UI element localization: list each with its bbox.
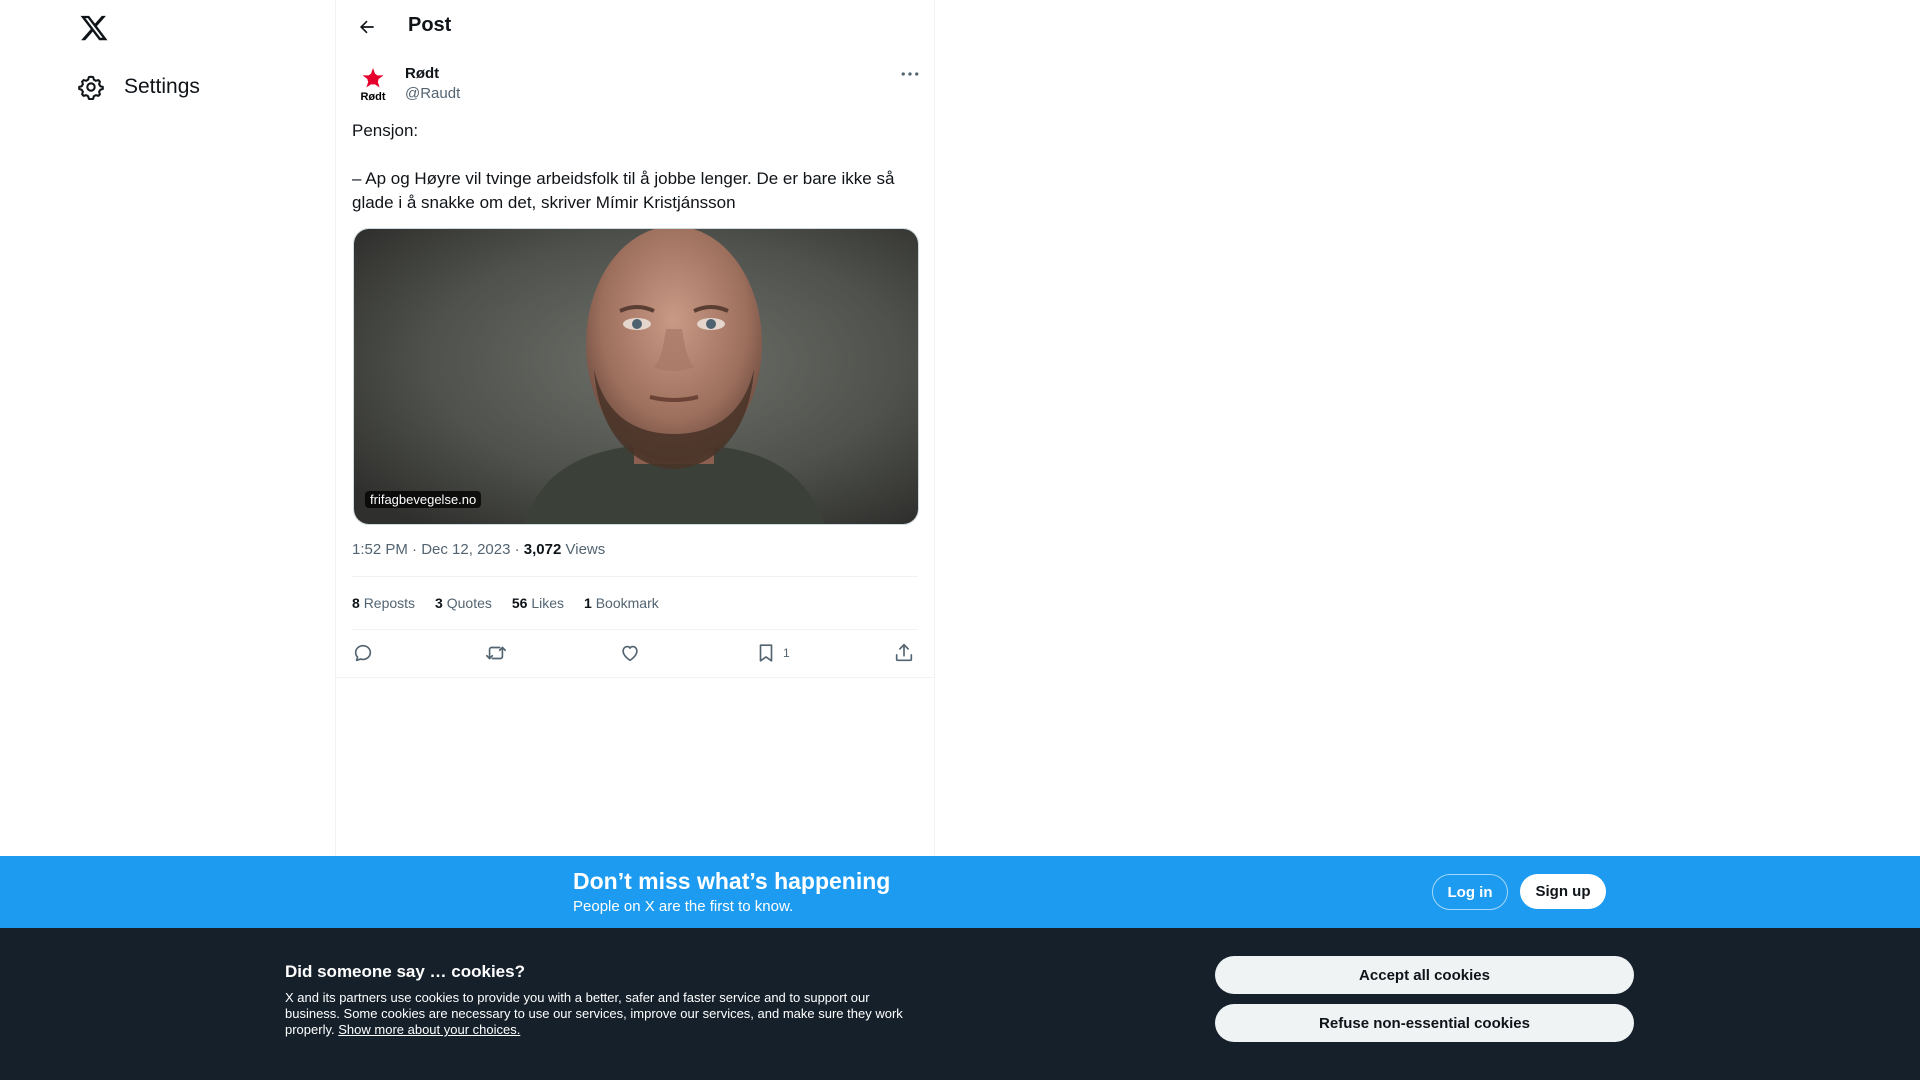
quotes-label: Quotes [446, 595, 492, 611]
post-text: Pensjon: – Ap og Høyre vil tvinge arbeid… [352, 119, 912, 215]
avatar[interactable]: Rødt [353, 66, 393, 106]
post-time[interactable]: 1:52 PM [352, 541, 408, 558]
cookie-banner-title: Did someone say … cookies? [285, 962, 525, 981]
likes-label: Likes [531, 595, 565, 611]
accept-cookies-button[interactable]: Accept all cookies [1215, 956, 1634, 994]
refuse-cookies-button[interactable]: Refuse non-essential cookies [1215, 1004, 1634, 1042]
bookmarks-label: Bookmark [595, 595, 659, 611]
divider [352, 576, 918, 577]
meta-separator: · [412, 541, 418, 558]
more-icon [901, 72, 919, 76]
post-text-line: Pensjon: [352, 121, 419, 140]
like-button[interactable] [619, 642, 641, 664]
like-icon [622, 645, 638, 662]
repost-icon [486, 646, 506, 660]
divider [352, 629, 918, 630]
bookmarks-stat[interactable]: 1 Bookmark [584, 595, 659, 611]
more-button[interactable] [897, 64, 923, 84]
likes-stat[interactable]: 56 Likes [512, 595, 564, 611]
signup-banner: Don’t miss what’s happening People on X … [0, 856, 1920, 928]
main-column: Post Rødt Rødt @Raudt Pensjon: – Ap og H… [335, 0, 935, 857]
cookie-choices-link[interactable]: Show more about your choices. [338, 1022, 520, 1037]
post-meta: 1:52 PM · Dec 12, 2023 · 3,072 Views [352, 541, 605, 558]
views-label: Views [565, 541, 606, 558]
back-arrow-icon [359, 20, 374, 34]
share-icon [895, 643, 913, 662]
nav-settings[interactable]: Settings [78, 68, 200, 106]
views-count: 3,072 [523, 541, 562, 558]
reply-button[interactable] [352, 642, 374, 664]
page-title: Post [408, 14, 452, 36]
likes-count: 56 [511, 595, 528, 611]
post-date[interactable]: Dec 12, 2023 [421, 541, 510, 558]
reply-icon [354, 644, 372, 662]
author-handle[interactable]: @Raudt [405, 85, 460, 102]
signup-button[interactable]: Sign up [1520, 874, 1606, 909]
repost-button[interactable] [485, 642, 507, 664]
signup-banner-title: Don’t miss what’s happening [573, 868, 891, 894]
share-button[interactable] [893, 642, 915, 664]
bookmark-icon [759, 644, 773, 662]
author-name[interactable]: Rødt [405, 65, 439, 82]
cookie-banner-body: X and its partners use cookies to provid… [285, 990, 915, 1038]
action-bar: 1 [352, 642, 918, 666]
bookmark-action-count: 1 [783, 646, 790, 660]
cookie-banner: Did someone say … cookies? X and its par… [0, 928, 1920, 1080]
meta-separator: · [514, 541, 520, 558]
reposts-label: Reposts [363, 595, 416, 611]
post-text-line: – Ap og Høyre vil tvinge arbeidsfolk til… [352, 169, 895, 212]
card-domain-label: frifagbevegelse.no [365, 491, 482, 508]
portrait-photo [354, 229, 918, 524]
avatar-logo-text: Rødt [360, 91, 385, 103]
gear-icon [78, 74, 104, 100]
bookmark-button[interactable]: 1 [755, 642, 790, 664]
signup-banner-subtitle: People on X are the first to know. [573, 898, 794, 915]
link-card-image[interactable]: frifagbevegelse.no [353, 228, 919, 525]
login-button[interactable]: Log in [1432, 874, 1508, 910]
nav-settings-label: Settings [124, 75, 200, 98]
reposts-stat[interactable]: 8 Reposts [352, 595, 415, 611]
quotes-stat[interactable]: 3 Quotes [435, 595, 492, 611]
reposts-count: 8 [352, 595, 360, 611]
back-button[interactable] [352, 12, 382, 42]
quotes-count: 3 [435, 595, 443, 611]
divider [336, 677, 934, 678]
bookmarks-count: 1 [584, 595, 592, 611]
x-logo-icon[interactable] [79, 13, 109, 43]
post-stats: 8 Reposts 3 Quotes 56 Likes 1 Bookmark [352, 595, 679, 611]
